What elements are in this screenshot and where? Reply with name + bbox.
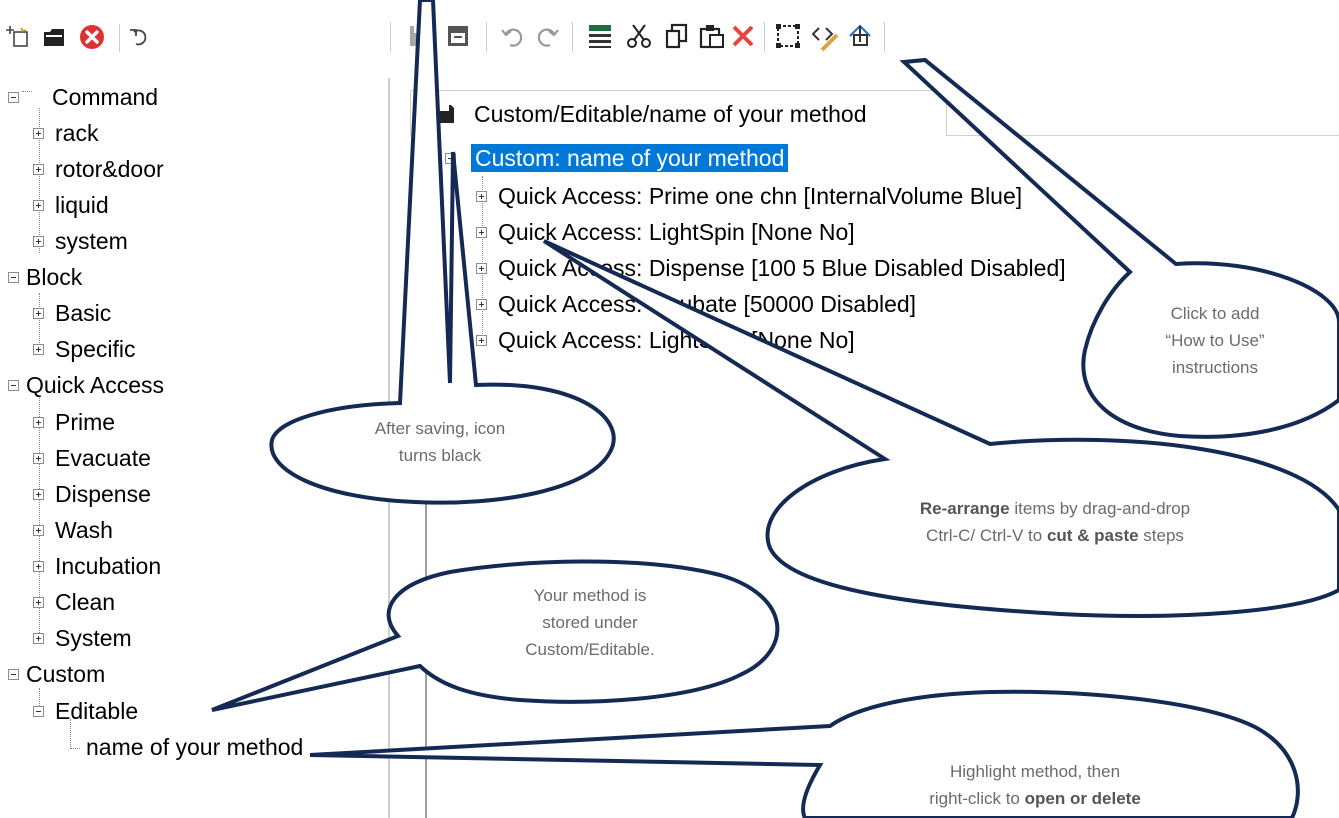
callout-rearrange-text: Re-arrange items by drag-and-drop Ctrl-C… <box>919 499 1191 545</box>
callout-save-text: After saving, icon turns black <box>374 419 506 465</box>
annotation-overlay <box>211 0 1339 818</box>
callout-opendelete-text: Highlight method, then right-click to op… <box>929 762 1141 808</box>
callout-storage-text: Your method is stored under Custom/Edita… <box>525 586 655 659</box>
callout-howto-text: Click to add “How to Use” instructions <box>1165 304 1265 377</box>
